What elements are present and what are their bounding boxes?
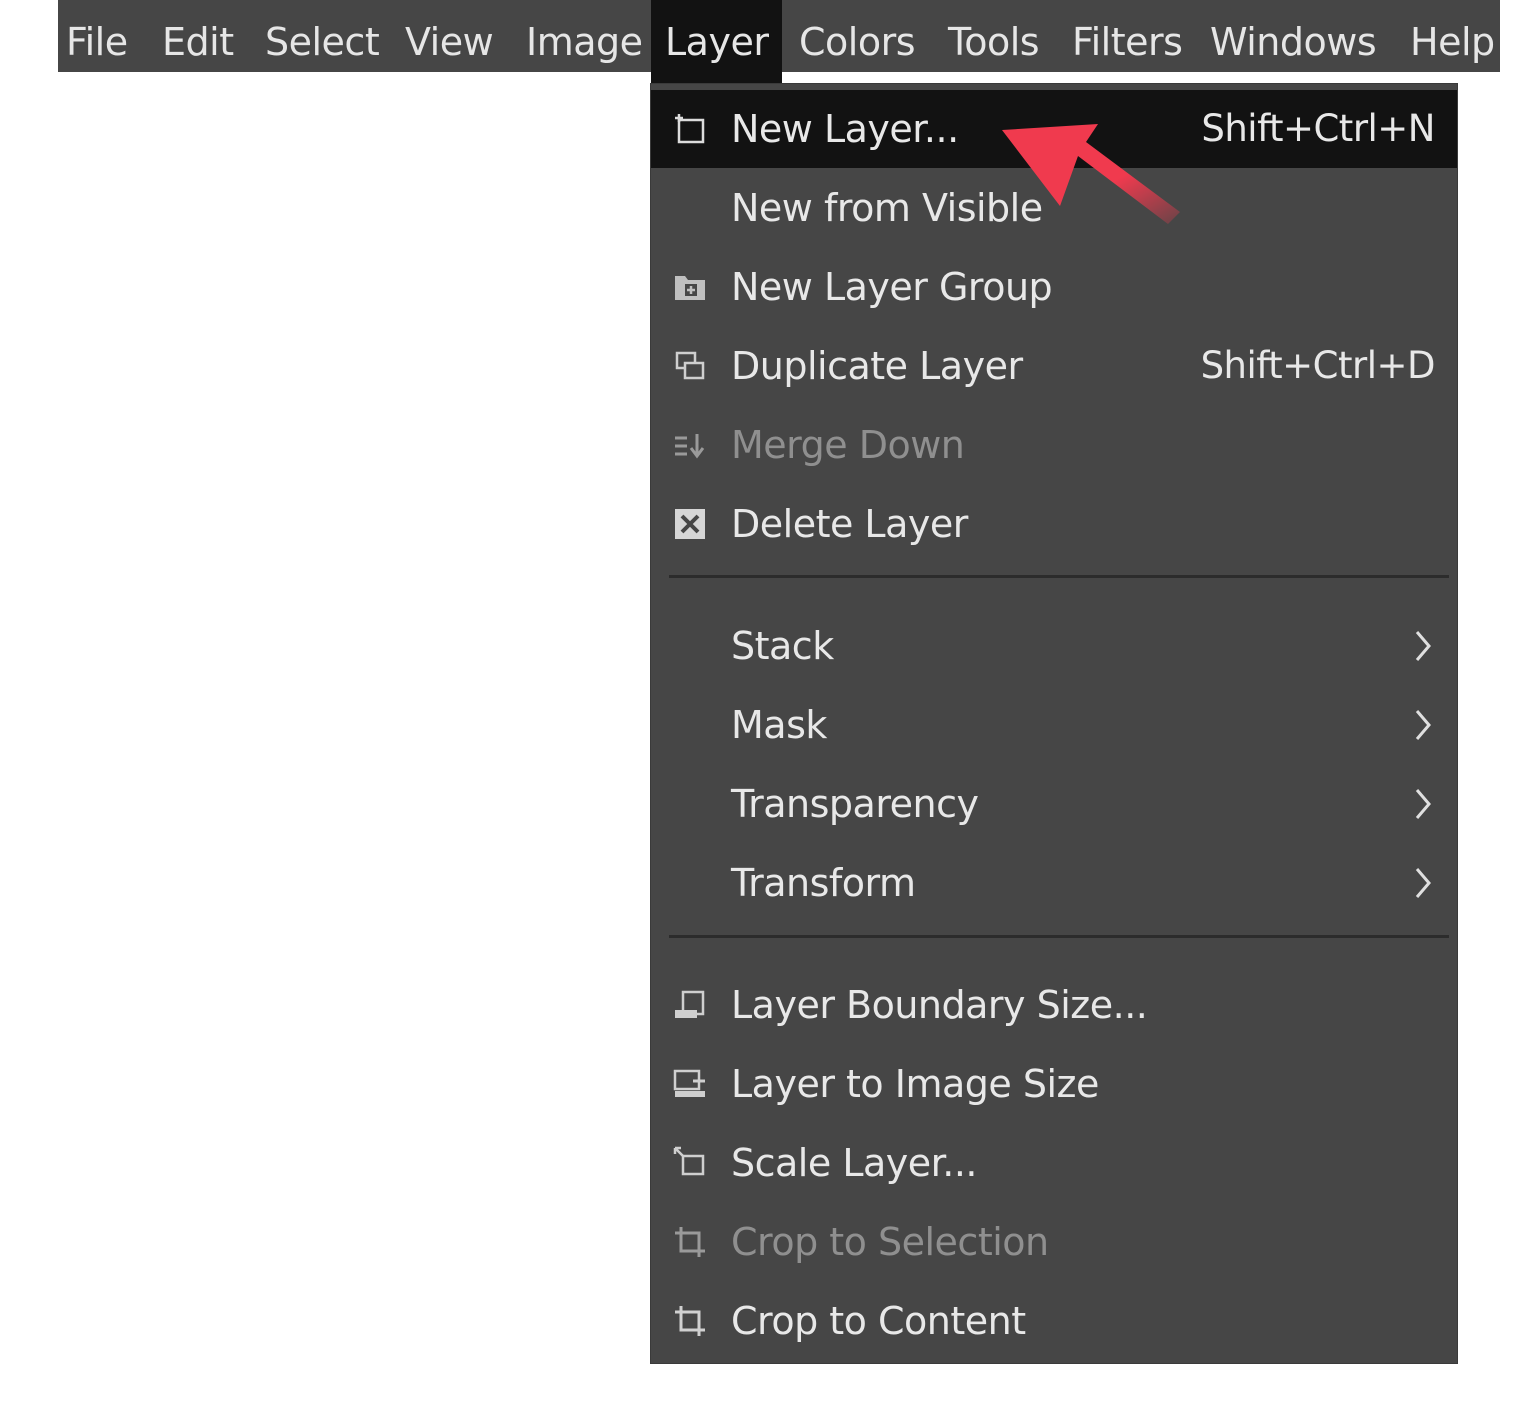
menu-windows[interactable]: Windows <box>1210 0 1377 72</box>
duplicate-layer-icon <box>675 351 705 380</box>
layer-dropdown-menu: New Layer... Shift+Ctrl+N New from Visib… <box>651 84 1457 1363</box>
menu-separator <box>669 935 1449 938</box>
menu-item-label: Transparency <box>731 782 979 826</box>
new-layer-icon <box>675 114 705 144</box>
new-layer-group-icon <box>675 276 705 300</box>
menu-item-label: Scale Layer... <box>731 1141 978 1185</box>
pointer-arrow-icon <box>1002 124 1180 224</box>
menu-item-label: Stack <box>731 624 834 668</box>
crop-icon <box>675 1227 705 1257</box>
menu-item-label: New Layer Group <box>731 265 1053 309</box>
menu-item-stack[interactable]: Stack <box>651 607 1457 685</box>
menu-item-layer-to-image-size[interactable]: Layer to Image Size <box>651 1045 1457 1123</box>
menu-item-label: Layer to Image Size <box>731 1062 1099 1106</box>
menu-colors[interactable]: Colors <box>799 0 916 72</box>
menu-item-label: Duplicate Layer <box>731 344 1023 388</box>
menu-item-label: Layer Boundary Size... <box>731 983 1148 1027</box>
chevron-right-icon <box>1415 710 1431 740</box>
menu-item-new-layer-group[interactable]: New Layer Group <box>651 248 1457 326</box>
menu-item-crop-to-selection[interactable]: Crop to Selection <box>651 1203 1457 1281</box>
menu-item-delete-layer[interactable]: Delete Layer <box>651 485 1457 563</box>
menu-item-layer-boundary-size[interactable]: Layer Boundary Size... <box>651 966 1457 1044</box>
crop-icon <box>675 1306 705 1336</box>
layer-boundary-size-icon <box>675 990 705 1018</box>
menu-file[interactable]: File <box>66 0 128 72</box>
menu-edit[interactable]: Edit <box>162 0 234 72</box>
menu-separator <box>669 575 1449 578</box>
menu-select[interactable]: Select <box>265 0 380 72</box>
menu-item-label: Crop to Content <box>731 1299 1026 1343</box>
menu-item-label: Mask <box>731 703 827 747</box>
menu-filters[interactable]: Filters <box>1072 0 1183 72</box>
menu-item-transparency[interactable]: Transparency <box>651 765 1457 843</box>
menu-item-label: Delete Layer <box>731 502 968 546</box>
menu-item-mask[interactable]: Mask <box>651 686 1457 764</box>
menu-item-label: Merge Down <box>731 423 965 467</box>
menu-item-duplicate-layer[interactable]: Duplicate Layer Shift+Ctrl+D <box>651 327 1457 405</box>
menu-item-crop-to-content[interactable]: Crop to Content <box>651 1282 1457 1360</box>
menu-item-label: Transform <box>731 861 916 905</box>
menu-layer[interactable]: Layer <box>651 0 783 84</box>
menu-item-merge-down[interactable]: Merge Down <box>651 406 1457 484</box>
layer-to-image-size-icon <box>673 1069 705 1097</box>
scale-layer-icon <box>673 1146 705 1176</box>
menubar: File Edit Select View Image Layer Colors… <box>58 0 1500 84</box>
delete-layer-icon <box>675 509 705 539</box>
menu-image[interactable]: Image <box>526 0 643 72</box>
menu-item-scale-layer[interactable]: Scale Layer... <box>651 1124 1457 1202</box>
menu-item-transform[interactable]: Transform <box>651 844 1457 922</box>
chevron-right-icon <box>1415 789 1431 819</box>
chevron-right-icon <box>1415 631 1431 661</box>
menu-tools[interactable]: Tools <box>948 0 1040 72</box>
menu-item-label: New Layer... <box>731 107 959 151</box>
shortcut-label: Shift+Ctrl+N <box>1201 107 1435 150</box>
merge-down-icon <box>675 434 705 459</box>
menu-help[interactable]: Help <box>1410 0 1495 72</box>
chevron-right-icon <box>1415 868 1431 898</box>
menu-item-label: New from Visible <box>731 186 1043 230</box>
menu-view[interactable]: View <box>405 0 494 72</box>
shortcut-label: Shift+Ctrl+D <box>1200 344 1436 387</box>
menu-item-label: Crop to Selection <box>731 1220 1049 1264</box>
